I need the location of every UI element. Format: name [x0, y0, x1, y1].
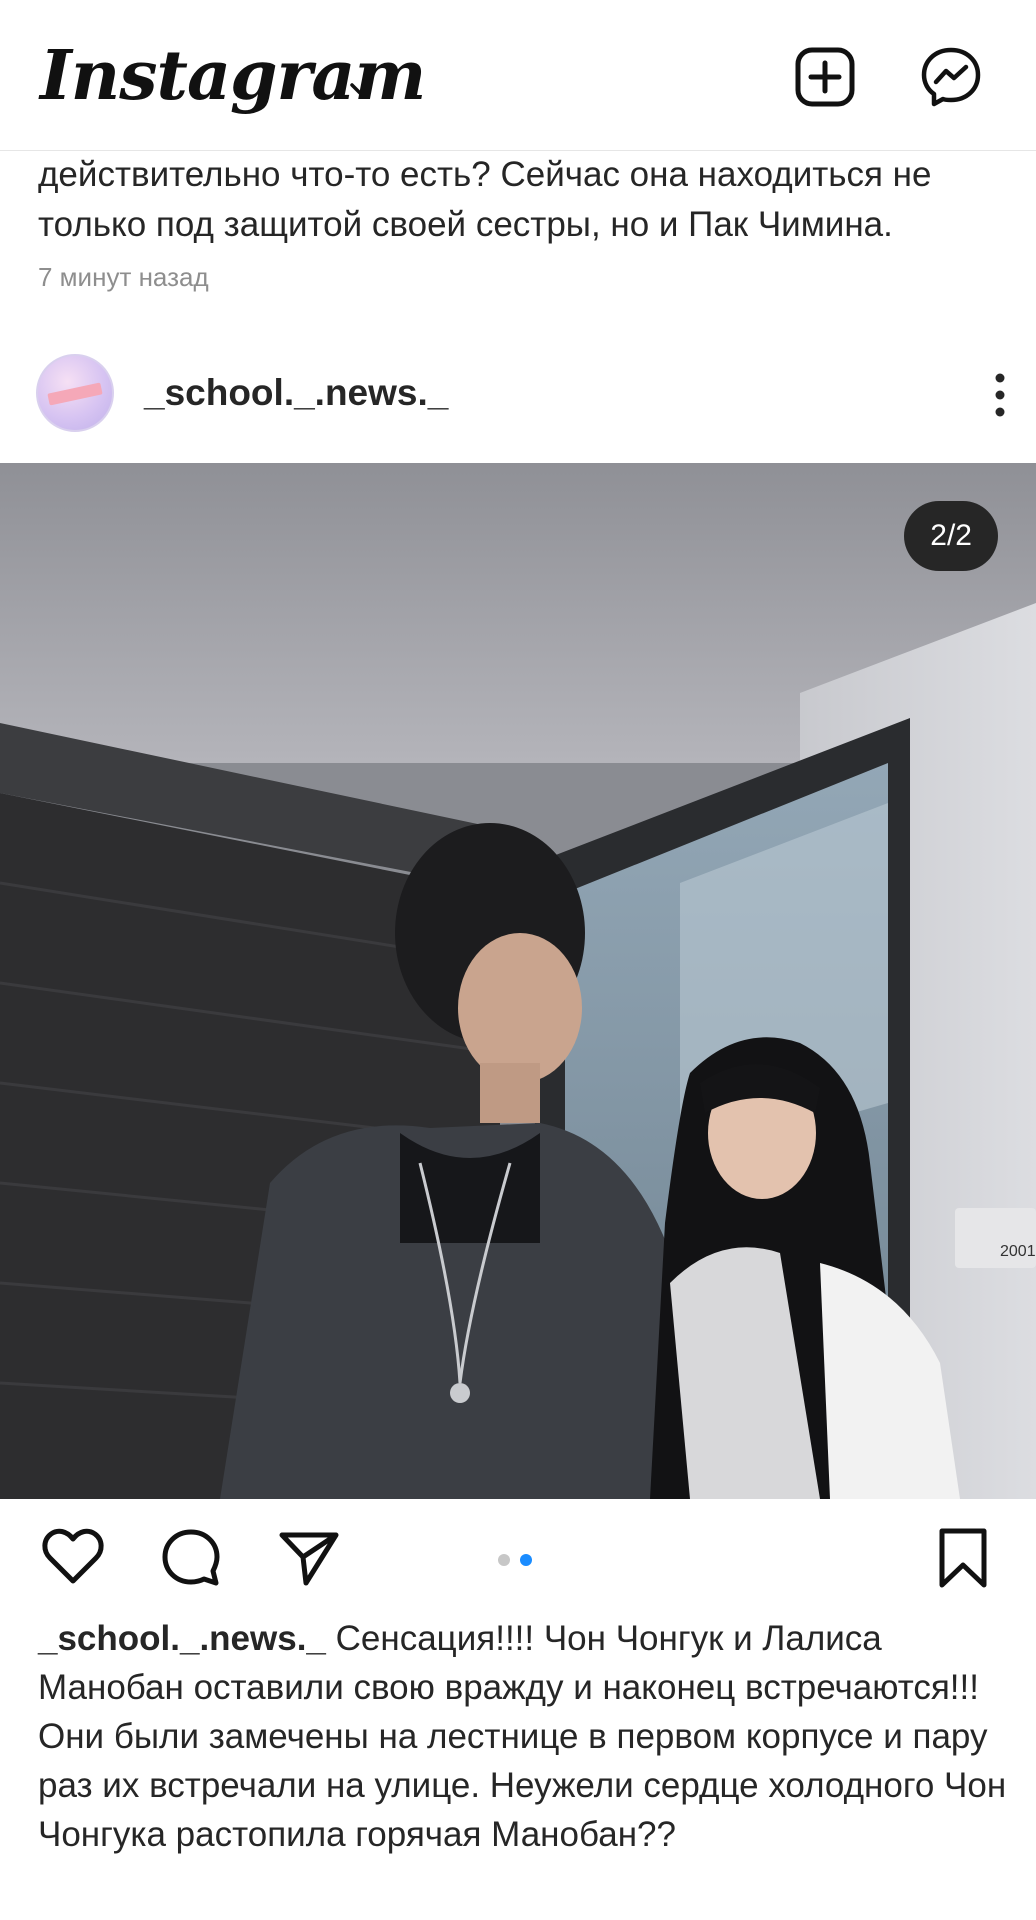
caption-username[interactable]: _school._.news._	[38, 1619, 326, 1658]
bookmark-icon[interactable]	[930, 1525, 996, 1591]
svg-text:2001: 2001	[1000, 1243, 1036, 1260]
share-icon[interactable]	[276, 1525, 342, 1591]
carousel-dot-active[interactable]	[520, 1554, 532, 1566]
messenger-icon[interactable]	[920, 46, 982, 108]
new-post-icon[interactable]	[794, 46, 856, 108]
post-photo[interactable]: 2001 2/2	[0, 463, 1036, 1499]
more-options-icon[interactable]	[990, 370, 1010, 420]
carousel-dots	[498, 1553, 542, 1571]
comment-icon[interactable]	[158, 1525, 224, 1591]
post-username[interactable]: _school._.news._	[144, 372, 448, 414]
avatar[interactable]	[36, 354, 114, 432]
post-header: _school._.news._	[0, 350, 1036, 440]
app-header: Instagram	[0, 0, 1036, 151]
post-caption: _school._.news._ Сенсация!!!! Чон Чонгук…	[38, 1614, 1008, 1859]
avatar-logo-tag	[47, 382, 103, 406]
previous-post-timestamp: 7 минут назад	[38, 262, 209, 292]
photo-illustration: 2001	[0, 463, 1036, 1499]
chevron-down-icon[interactable]	[344, 72, 378, 106]
carousel-counter: 2/2	[904, 501, 998, 571]
carousel-dot[interactable]	[498, 1554, 510, 1566]
heart-icon[interactable]	[40, 1525, 106, 1591]
previous-post-caption: действительно что-то есть? Сейчас она на…	[38, 155, 932, 244]
post-actions	[0, 1505, 1036, 1615]
